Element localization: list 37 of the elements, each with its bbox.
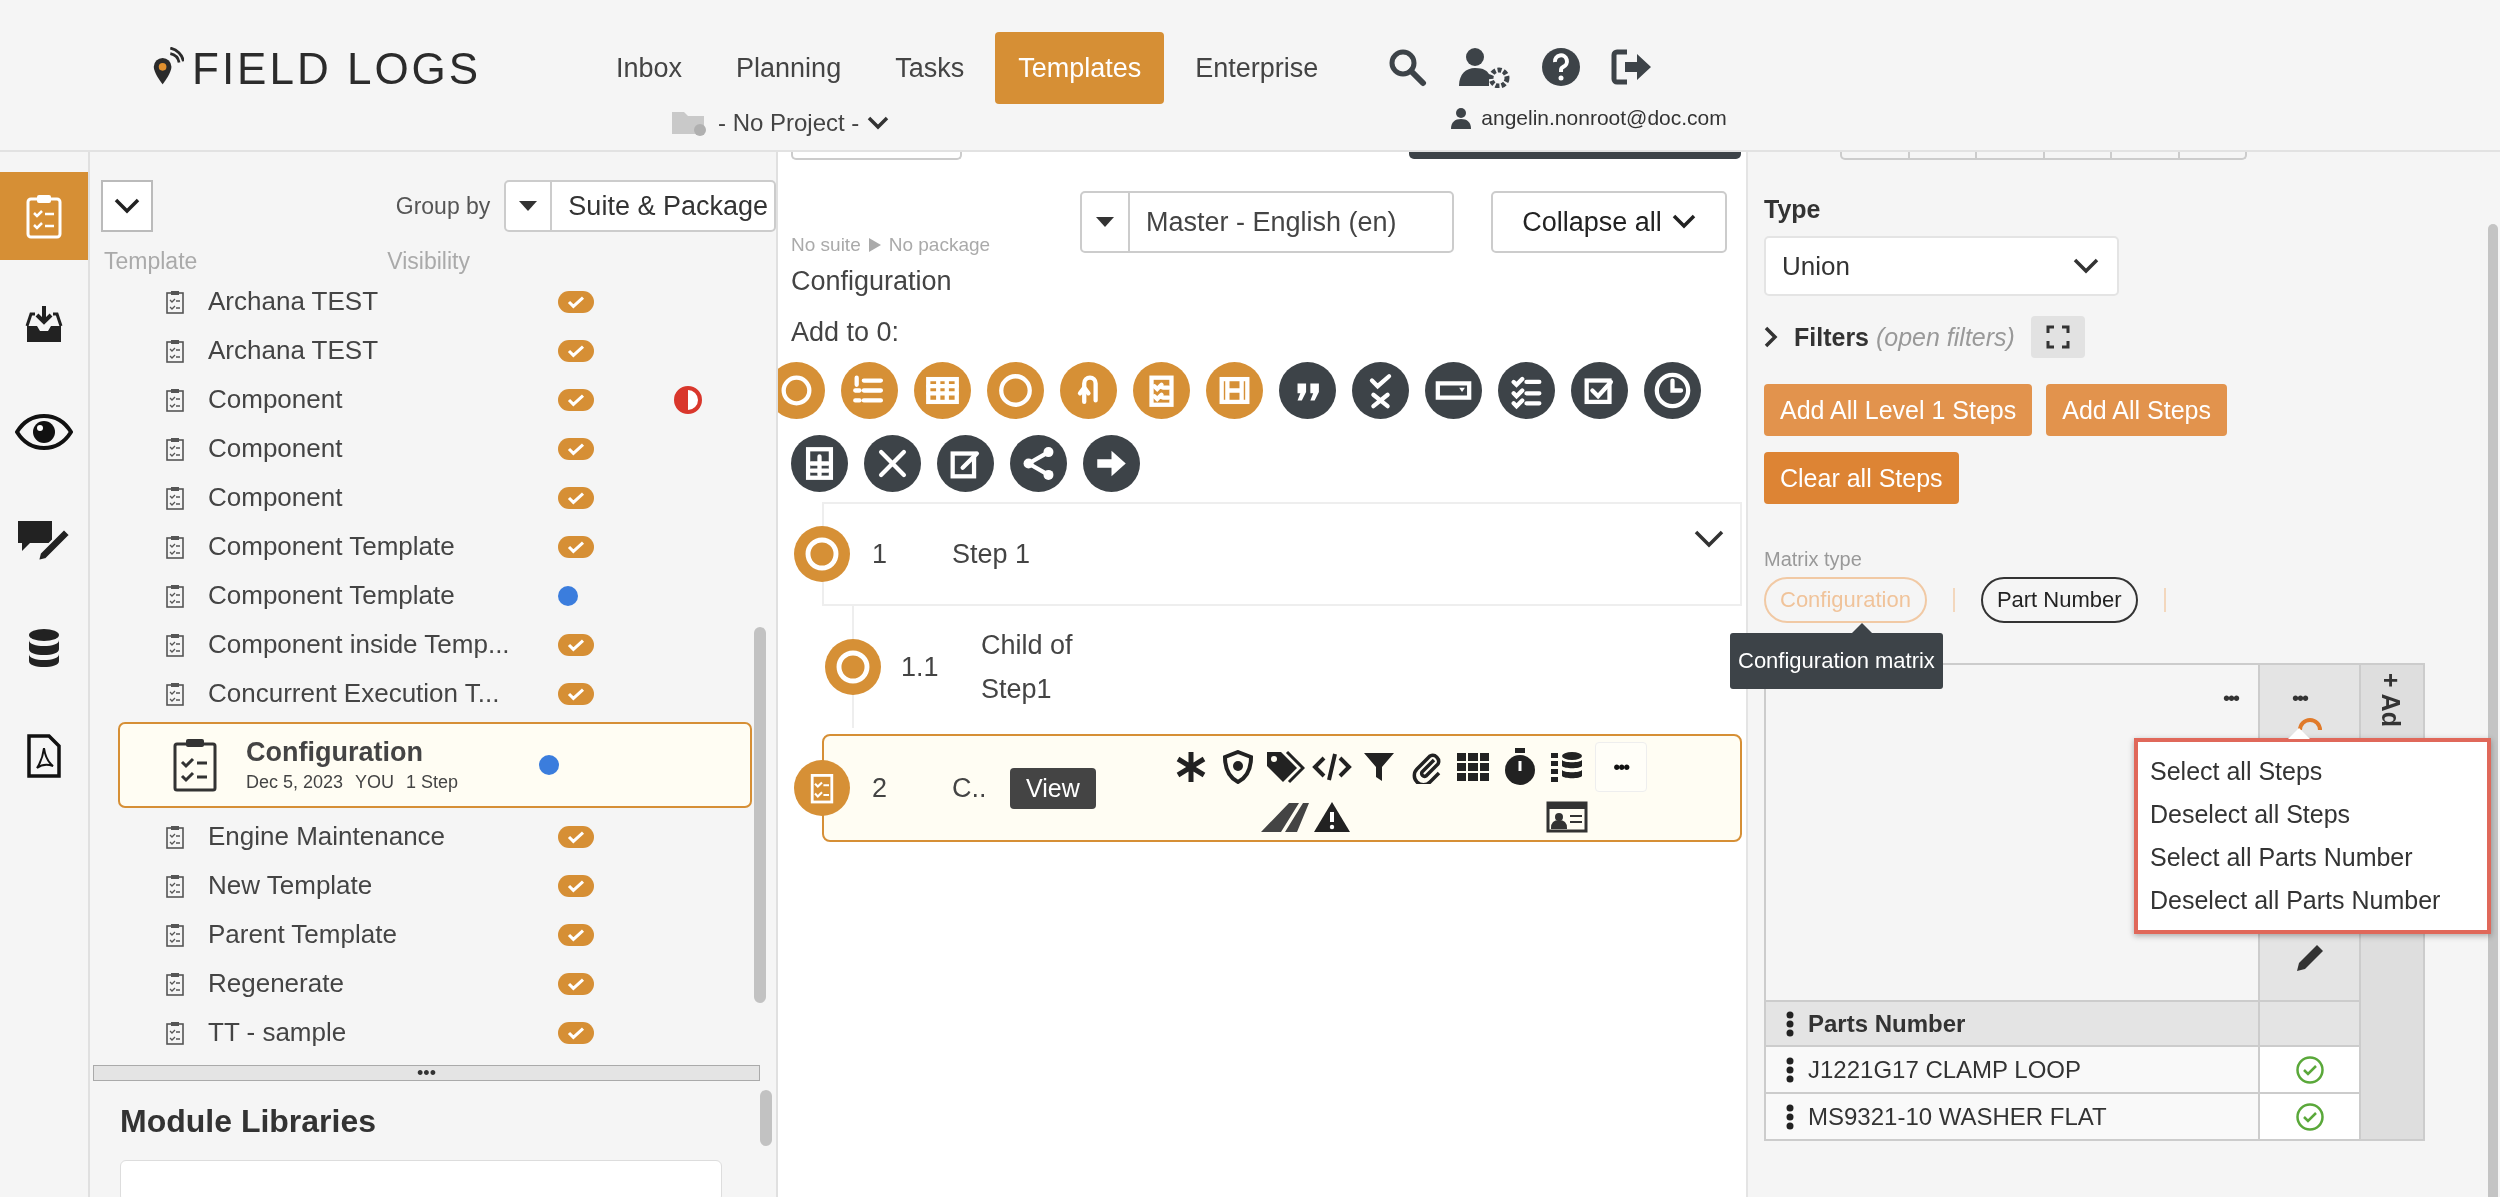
template-name: TT - sample (208, 1017, 348, 1048)
template-name: Component (208, 482, 344, 513)
template-name: Component inside Temp... (208, 629, 511, 660)
tooltip: Configuration matrix (1730, 633, 1943, 689)
template-date: Dec 5, 2023 (246, 772, 344, 793)
add-label: Add to 0: (790, 316, 901, 348)
step-number: 2 (871, 772, 889, 804)
part-name: J1221G17 CLAMP LOOP (1808, 1055, 2082, 1084)
step-title: C.. (952, 772, 988, 804)
template-name: Component Template (208, 531, 456, 562)
step-title: Step 1 (952, 538, 1031, 570)
template-name: Component Template (208, 580, 456, 611)
group-by-label: Group by (395, 192, 491, 220)
template-name: Component (208, 384, 344, 415)
step-number: 1.1 (900, 651, 940, 683)
template-name: Configuration (246, 737, 424, 768)
type-label: Type (1764, 195, 1822, 224)
step-number: 1 (871, 538, 889, 570)
template-title: Configuration (791, 266, 953, 297)
app-logo: FIELD LOGS (192, 44, 482, 94)
template-name: Concurrent Execution T... (208, 678, 501, 709)
section-heading: Module Libraries (120, 1103, 377, 1140)
template-author: YOU (355, 772, 395, 793)
template-name: Archana TEST (208, 286, 380, 317)
template-name: Regenerate (208, 968, 345, 999)
template-name: New Template (208, 870, 374, 901)
matrix-type-label: Matrix type (1764, 548, 1863, 571)
column-header: Template (104, 248, 198, 275)
template-name: Archana TEST (208, 335, 380, 366)
part-name: MS9321-10 WASHER FLAT (1808, 1102, 2107, 1131)
template-name: Parent Template (208, 919, 398, 950)
step-title: Child of Step1 (981, 629, 1074, 706)
parts-header-text: Parts Number (1808, 1009, 1966, 1038)
column-header: Visibility (387, 248, 470, 275)
template-name: Component (208, 433, 344, 464)
template-step-count: 1 Step (406, 772, 459, 793)
template-name: Engine Maintenance (208, 821, 447, 852)
